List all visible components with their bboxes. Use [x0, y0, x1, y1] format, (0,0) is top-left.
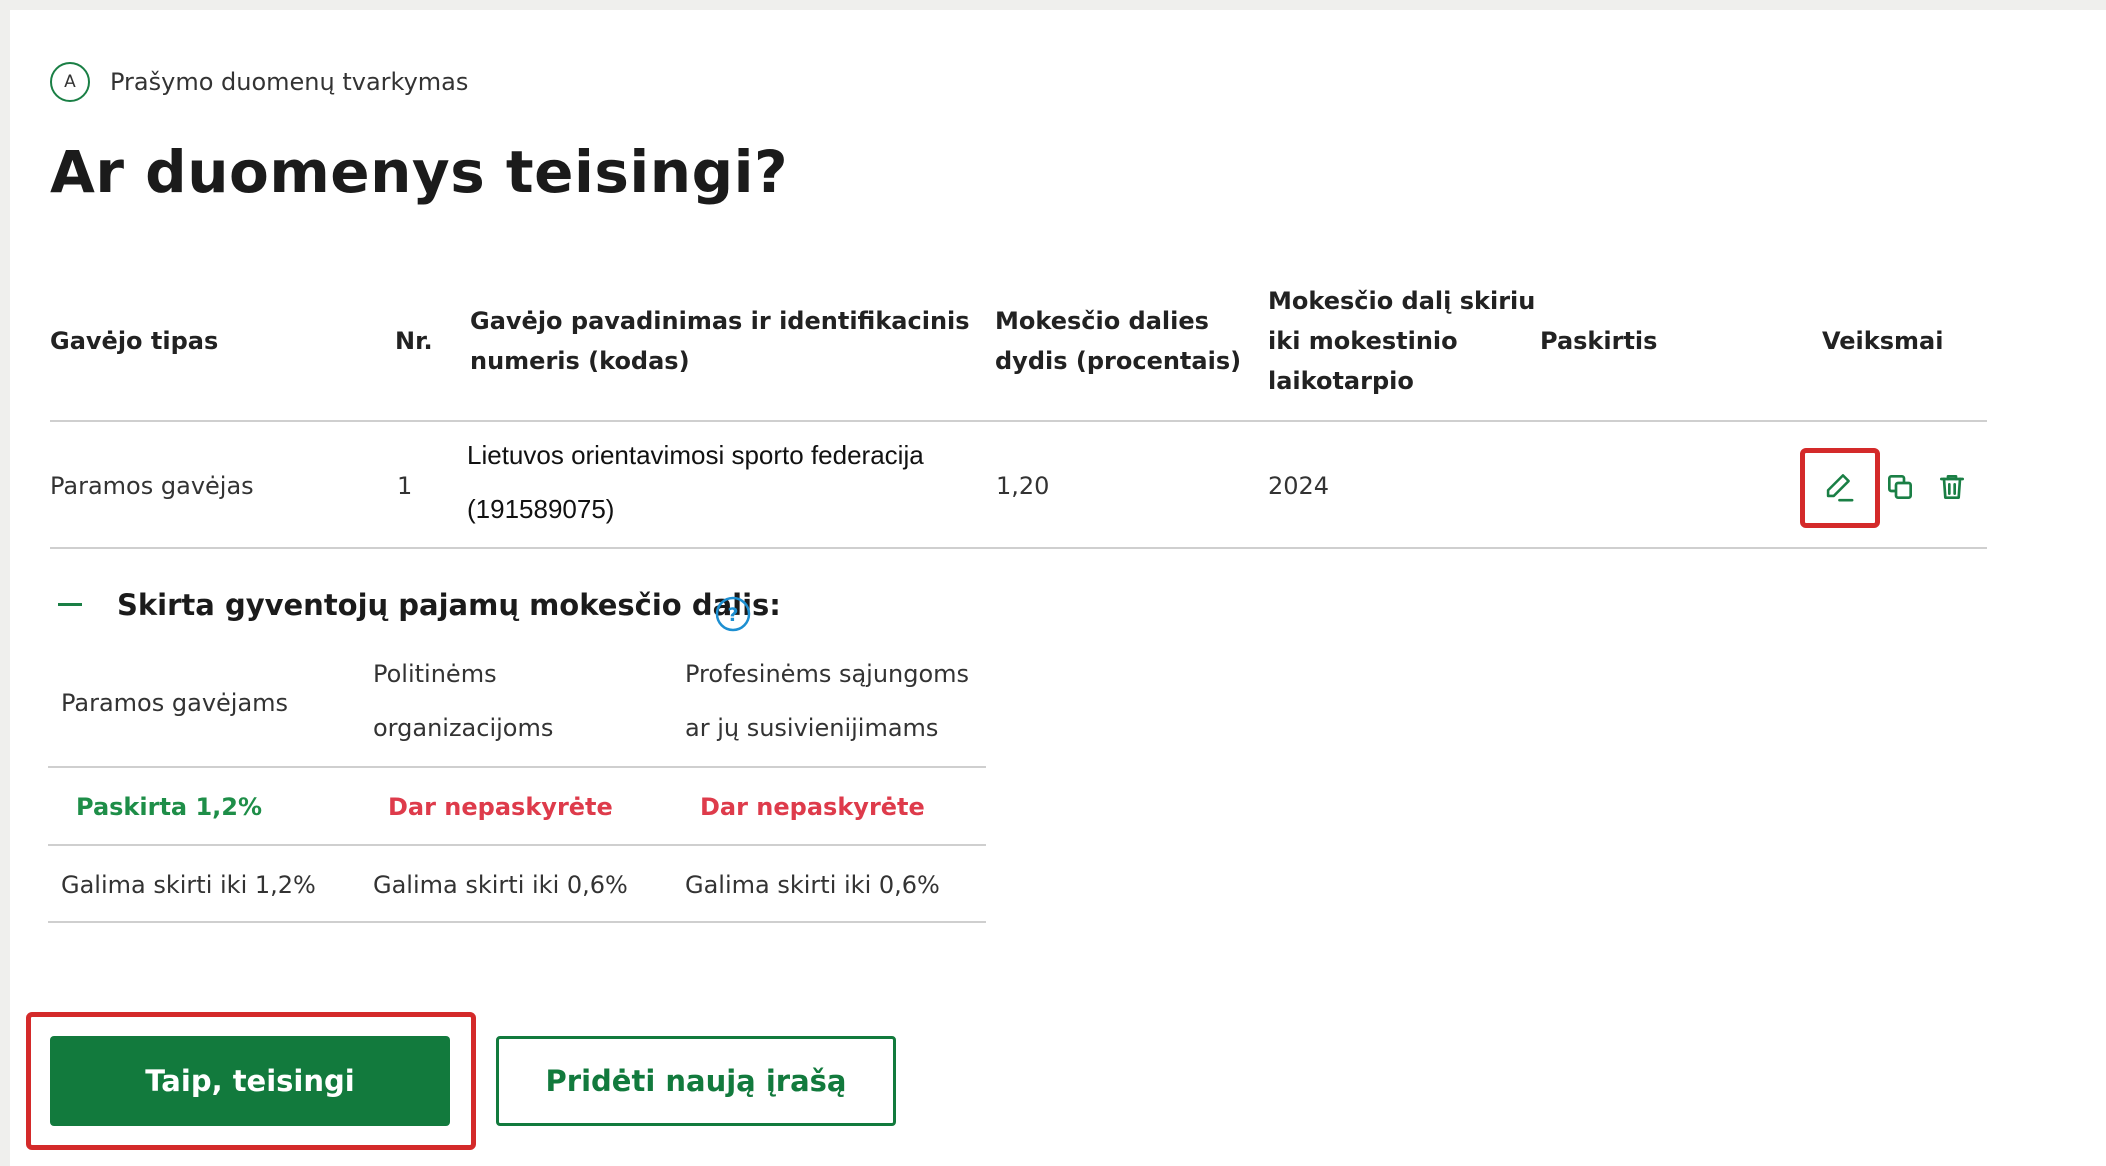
allocation-header-divider: [48, 766, 986, 768]
edit-icon[interactable]: [1818, 466, 1858, 506]
cell-nr: 1: [397, 472, 413, 500]
allocation-bottom-divider: [48, 921, 986, 923]
trash-icon[interactable]: [1932, 467, 1972, 507]
allocation-col-unions-label: Profesinėms sąjungoms ar jų susivienijim…: [685, 647, 969, 755]
header-purpose: Paskirtis: [1540, 327, 1658, 355]
allocation-section-title: Skirta gyventojų pajamų mokesčio dalis:: [117, 588, 781, 622]
status-recipients: Paskirta 1,2%: [76, 793, 263, 821]
limit-recipients: Galima skirti iki 1,2%: [61, 871, 316, 899]
header-name-line2: numeris (kodas): [470, 347, 690, 375]
header-name: Gavėjo pavadinimas ir identifikacinis nu…: [470, 301, 970, 381]
page-title: Ar duomenys teisingi?: [50, 138, 789, 206]
allocation-status-divider: [48, 844, 986, 846]
cell-name-line1: Lietuvos orientavimosi sporto federacija: [467, 440, 924, 470]
row-divider: [50, 547, 1987, 549]
allocation-col-political-label: Politinėms organizacijoms: [373, 647, 553, 755]
confirm-button[interactable]: Taip, teisingi: [50, 1036, 450, 1126]
header-actions: Veiksmai: [1822, 327, 1944, 355]
header-nr: Nr.: [395, 327, 433, 355]
allocation-col-political-line2: organizacijoms: [373, 714, 554, 742]
copy-icon[interactable]: [1880, 467, 1920, 507]
cell-recipient-type: Paramos gavėjas: [50, 472, 254, 500]
limit-unions: Galima skirti iki 0,6%: [685, 871, 940, 899]
status-political: Dar nepaskyrėte: [388, 793, 613, 821]
svg-text:?: ?: [727, 604, 738, 626]
header-share-line1: Mokesčio dalies: [995, 307, 1209, 335]
cell-period: 2024: [1268, 472, 1330, 500]
header-period-line1: Mokesčio dalį skiriu: [1268, 287, 1536, 315]
header-recipient-type: Gavėjo tipas: [50, 327, 219, 355]
header-name-line1: Gavėjo pavadinimas ir identifikacinis: [470, 307, 970, 335]
cell-name: Lietuvos orientavimosi sporto federacija…: [467, 428, 924, 536]
header-period-line2: iki mokestinio: [1268, 327, 1458, 355]
allocation-col-recipients-label: Paramos gavėjams: [61, 689, 289, 717]
cell-share: 1,20: [996, 472, 1050, 500]
allocation-col-political-line1: Politinėms: [373, 660, 497, 688]
header-share-line2: dydis (procentais): [995, 347, 1242, 375]
allocation-col-unions-line2: ar jų susivienijimams: [685, 714, 939, 742]
step-label: Prašymo duomenų tvarkymas: [110, 68, 469, 96]
header-period-line3: laikotarpio: [1268, 367, 1414, 395]
step-letter-badge: A: [50, 62, 90, 102]
cell-name-line2: (191589075): [467, 494, 615, 524]
header-share: Mokesčio dalies dydis (procentais): [995, 301, 1241, 381]
help-icon[interactable]: ?: [715, 596, 751, 632]
step-indicator: A Prašymo duomenų tvarkymas: [50, 62, 468, 102]
allocation-col-unions-line1: Profesinėms sąjungoms: [685, 660, 970, 688]
limit-political: Galima skirti iki 0,6%: [373, 871, 628, 899]
header-period: Mokesčio dalį skiriu iki mokestinio laik…: [1268, 281, 1535, 401]
status-unions: Dar nepaskyrėte: [700, 793, 925, 821]
header-divider: [50, 420, 1987, 422]
add-new-entry-button[interactable]: Pridėti naują įrašą: [496, 1036, 896, 1126]
collapse-toggle-icon[interactable]: [58, 603, 82, 606]
